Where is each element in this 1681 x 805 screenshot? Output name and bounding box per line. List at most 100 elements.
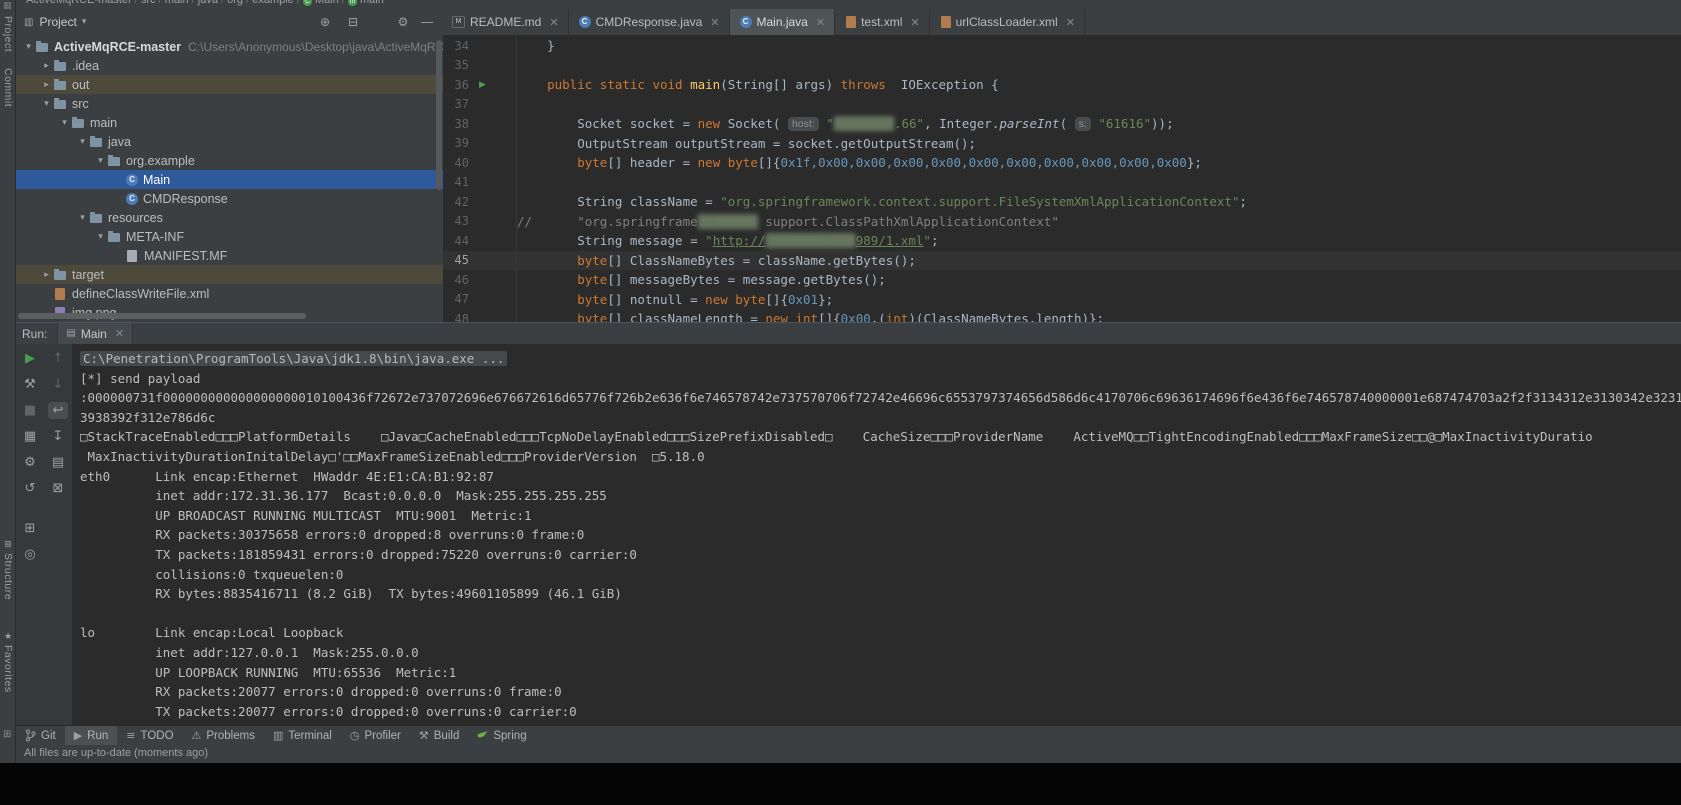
code-line-36[interactable]: 36▶ public static void main(String[] arg… bbox=[443, 75, 1681, 95]
run-tab-main[interactable]: ▤ Main ✕ bbox=[57, 323, 133, 344]
tree-item-src[interactable]: ▾src bbox=[16, 94, 443, 113]
code-line-41[interactable]: 41 bbox=[443, 173, 1681, 193]
chevron-down-icon[interactable]: ▾ bbox=[94, 232, 107, 242]
tree-item-target[interactable]: ▸target bbox=[16, 265, 443, 284]
url-link-text[interactable]: http:// bbox=[713, 233, 766, 248]
chevron-down-icon[interactable]: ▾ bbox=[94, 156, 107, 166]
statusbar-item-git[interactable]: Git bbox=[16, 726, 65, 745]
chevron-right-icon[interactable]: ▸ bbox=[40, 80, 53, 90]
code-line-48[interactable]: 48 byte[] classNameLength = new int[]{0x… bbox=[443, 309, 1681, 322]
close-icon[interactable]: ✕ bbox=[549, 16, 558, 29]
chevron-down-icon[interactable]: ▾ bbox=[76, 213, 89, 223]
pin-icon[interactable]: ◎ bbox=[20, 546, 40, 563]
tree-item-resources[interactable]: ▾resources bbox=[16, 208, 443, 227]
breadcrumb-item-example[interactable]: example bbox=[252, 0, 294, 6]
chevron-right-icon[interactable]: ▸ bbox=[40, 270, 53, 280]
scroll-to-end-icon[interactable]: ↧ bbox=[48, 428, 68, 445]
breadcrumb-item-main[interactable]: main bbox=[165, 0, 189, 6]
collapse-all-icon[interactable]: ⊟ bbox=[343, 15, 363, 29]
url-link-text[interactable]: 989/1.xml bbox=[856, 233, 924, 248]
tool-window-button-structure[interactable]: ⊞Structure bbox=[0, 540, 16, 600]
tree-item-activemqrce-master[interactable]: ▾ActiveMqRCE-masterC:\Users\Anonymous\De… bbox=[16, 37, 443, 56]
tool-window-button-favorites[interactable]: ★Favorites bbox=[0, 632, 16, 693]
breadcrumb-item-activemqrce-master[interactable]: ActiveMqRCE-master bbox=[26, 0, 132, 6]
statusbar-item-problems[interactable]: ⚠Problems bbox=[183, 726, 264, 745]
prev-occurrence-icon[interactable]: ↑ bbox=[48, 350, 68, 367]
tree-item-manifest-mf[interactable]: MANIFEST.MF bbox=[16, 246, 443, 265]
print-icon[interactable]: ▤ bbox=[48, 454, 68, 471]
soft-wrap-icon[interactable]: ↩ bbox=[48, 402, 68, 419]
breadcrumb-item-java[interactable]: java bbox=[198, 0, 218, 6]
statusbar-item-todo[interactable]: ≡TODO bbox=[117, 726, 182, 745]
chevron-down-icon[interactable]: ▾ bbox=[22, 42, 35, 52]
tree-item-out[interactable]: ▸out bbox=[16, 75, 443, 94]
close-icon[interactable]: ✕ bbox=[1066, 16, 1075, 29]
code-line-42[interactable]: 42 String className = "org.springframewo… bbox=[443, 192, 1681, 212]
tree-item-meta-inf[interactable]: ▾META-INF bbox=[16, 227, 443, 246]
code-line-46[interactable]: 46 byte[] messageBytes = message.getByte… bbox=[443, 270, 1681, 290]
edit-configuration-icon[interactable]: ⚒ bbox=[20, 376, 40, 393]
tab-readme-md[interactable]: MREADME.md✕ bbox=[443, 9, 569, 35]
chevron-down-icon[interactable]: ▾ bbox=[40, 99, 53, 109]
code-line-35[interactable]: 35 bbox=[443, 56, 1681, 76]
tab-cmdresponse-java[interactable]: CCMDResponse.java✕ bbox=[569, 9, 730, 35]
code-line-40[interactable]: 40 byte[] header = new byte[]{0x1f,0x00,… bbox=[443, 153, 1681, 173]
window-menu-icon[interactable]: ▦ bbox=[3, 1, 12, 11]
history-icon[interactable]: ↺ bbox=[20, 480, 40, 497]
stop-icon[interactable]: ■ bbox=[20, 402, 40, 419]
settings-icon[interactable]: ⚙ bbox=[20, 454, 40, 471]
chevron-down-icon[interactable]: ▾ bbox=[76, 137, 89, 147]
horizontal-scrollbar[interactable] bbox=[18, 313, 306, 319]
dump-threads-icon[interactable]: ▦ bbox=[20, 428, 40, 445]
tool-window-button-project[interactable]: Project bbox=[0, 16, 16, 52]
tree-item-defineclasswritefile-xml[interactable]: defineClassWriteFile.xml bbox=[16, 284, 443, 303]
code-line-44[interactable]: 44 String message = "http://████████████… bbox=[443, 231, 1681, 251]
code-line-37[interactable]: 37 bbox=[443, 95, 1681, 115]
chevron-down-icon[interactable]: ▾ bbox=[58, 118, 71, 128]
statusbar-item-run[interactable]: ▶Run bbox=[65, 726, 118, 745]
tree-item-java[interactable]: ▾java bbox=[16, 132, 443, 151]
clear-all-icon[interactable]: ⊠ bbox=[48, 480, 68, 497]
tree-item-main[interactable]: CMain bbox=[16, 170, 443, 189]
breadcrumb-item-src[interactable]: src bbox=[141, 0, 156, 6]
code-line-38[interactable]: 38 Socket socket = new Socket( host: "██… bbox=[443, 114, 1681, 134]
restore-layout-icon[interactable]: ⊞ bbox=[20, 520, 40, 537]
statusbar-item-profiler[interactable]: ◷Profiler bbox=[341, 726, 410, 745]
code-line-47[interactable]: 47 byte[] notnull = new byte[]{0x01}; bbox=[443, 290, 1681, 310]
tree-item-cmdresponse[interactable]: CCMDResponse bbox=[16, 189, 443, 208]
close-icon[interactable]: ✕ bbox=[816, 16, 825, 29]
code-line-43[interactable]: 43// "org.springframe████████ support.Cl… bbox=[443, 212, 1681, 232]
code-line-34[interactable]: 34 } bbox=[443, 36, 1681, 56]
tab-test-xml[interactable]: test.xml✕ bbox=[835, 9, 930, 35]
rerun-icon[interactable]: ▶ bbox=[20, 350, 40, 367]
next-occurrence-icon[interactable]: ↓ bbox=[48, 376, 68, 393]
settings-icon[interactable]: ⚙ bbox=[393, 15, 413, 29]
code-line-39[interactable]: 39 OutputStream outputStream = socket.ge… bbox=[443, 134, 1681, 154]
locate-icon[interactable]: ⊕ bbox=[315, 15, 335, 29]
statusbar-item-terminal[interactable]: ▥Terminal bbox=[264, 726, 341, 745]
run-tool-window-body: ▶⚒■▦⚙↺⊞◎ ↑↓↩↧▤⊠ C:\Penetration\ProgramTo… bbox=[16, 344, 1681, 725]
vertical-scrollbar[interactable] bbox=[436, 40, 442, 190]
tab-main-java[interactable]: CMain.java✕ bbox=[730, 9, 836, 35]
tree-item-main[interactable]: ▾main bbox=[16, 113, 443, 132]
close-icon[interactable]: ✕ bbox=[710, 16, 719, 29]
run-line-icon[interactable]: ▶ bbox=[469, 80, 515, 90]
breadcrumb-item-main[interactable]: main bbox=[360, 0, 384, 6]
chevron-down-icon[interactable]: ▾ bbox=[82, 17, 87, 27]
tool-window-button-commit[interactable]: Commit bbox=[0, 68, 16, 107]
hide-icon[interactable]: ― bbox=[417, 15, 437, 29]
breadcrumb-item-main[interactable]: Main bbox=[315, 0, 339, 6]
tree-item-org-example[interactable]: ▾org.example bbox=[16, 151, 443, 170]
code-line-45[interactable]: 45 byte[] ClassNameBytes = className.get… bbox=[443, 251, 1681, 271]
tree-item-idea[interactable]: ▸.idea bbox=[16, 56, 443, 75]
chevron-right-icon[interactable]: ▸ bbox=[40, 61, 53, 71]
project-panel-title[interactable]: Project bbox=[39, 15, 76, 29]
code-editor[interactable]: 34 }3536▶ public static void main(String… bbox=[443, 35, 1681, 322]
tab-urlclassloader-xml[interactable]: urlClassLoader.xml✕ bbox=[930, 9, 1085, 35]
breadcrumb-item-org[interactable]: org bbox=[227, 0, 243, 6]
tool-window-switcher-icon[interactable]: ⊞ bbox=[3, 729, 11, 740]
close-icon[interactable]: ✕ bbox=[910, 16, 919, 29]
statusbar-item-build[interactable]: ⚒Build bbox=[410, 726, 468, 745]
statusbar-item-spring[interactable]: Spring bbox=[468, 726, 535, 745]
close-icon[interactable]: ✕ bbox=[115, 327, 124, 340]
